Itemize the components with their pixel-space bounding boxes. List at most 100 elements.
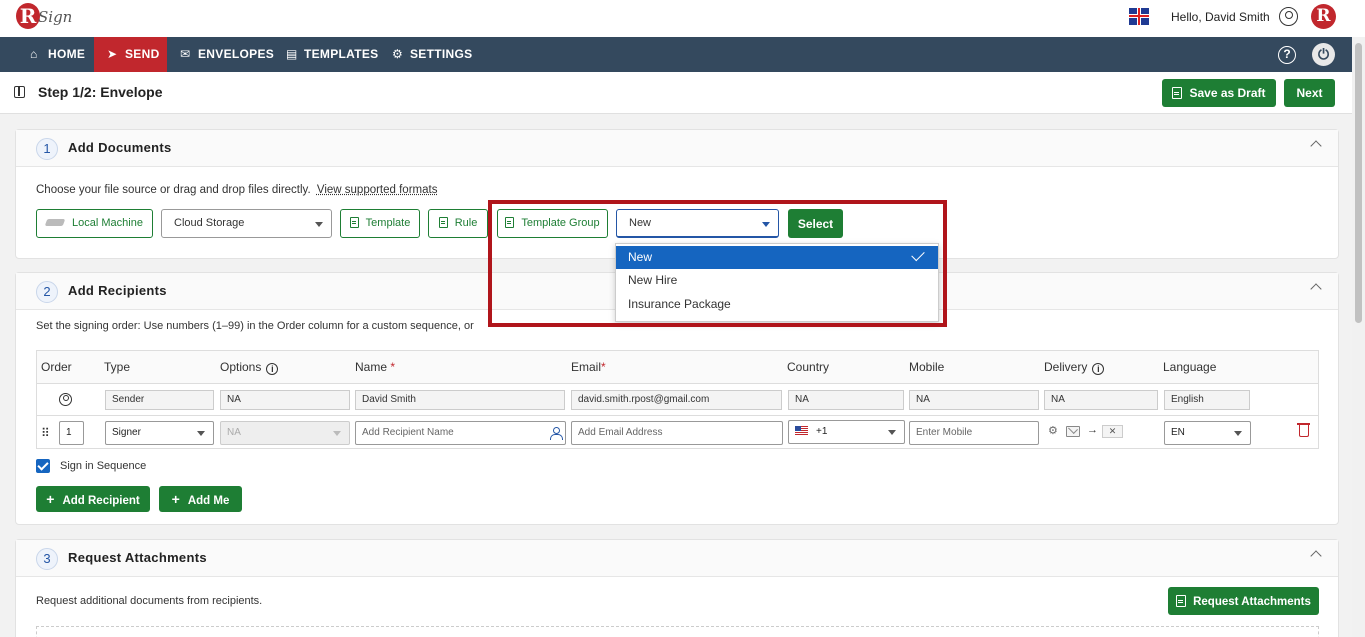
sender-mobile: NA (909, 390, 1039, 410)
documents-instructions: Choose your file source or drag and drop… (36, 184, 437, 196)
uk-flag-icon[interactable] (1129, 8, 1149, 25)
sign-in-sequence-checkbox[interactable] (36, 459, 50, 473)
name-placeholder: Add Recipient Name (362, 427, 454, 438)
column-language: Language (1163, 360, 1217, 374)
contact-picker-icon[interactable] (550, 427, 563, 440)
column-options-label: Options (220, 360, 262, 374)
options-value: NA (227, 427, 241, 438)
template-group-select[interactable]: New (616, 209, 779, 238)
add-recipient-button[interactable]: + Add Recipient (36, 486, 150, 512)
nav-send-label: SEND (125, 47, 160, 61)
info-icon[interactable]: i (1092, 363, 1105, 375)
request-attachments-header[interactable]: 3 Request Attachments (16, 540, 1338, 577)
cloud-storage-value: Cloud Storage (174, 217, 245, 229)
plus-icon: + (171, 491, 180, 507)
nav-home[interactable]: ⌂ HOME (18, 37, 94, 72)
request-attachments-button[interactable]: Request Attachments (1168, 587, 1319, 615)
document-icon (438, 217, 448, 228)
request-attachments-section: 3 Request Attachments Request additional… (15, 539, 1339, 637)
collapse-chevron-icon[interactable] (1310, 283, 1322, 295)
save-as-draft-label: Save as Draft (1189, 86, 1266, 100)
sender-delivery: NA (1044, 390, 1158, 410)
nav-templates[interactable]: ▤ TEMPLATES (274, 37, 380, 72)
page-title: Step 1/2: Envelope (38, 84, 163, 100)
local-machine-label: Local Machine (72, 217, 143, 229)
select-button[interactable]: Select (788, 209, 843, 238)
brand-avatar[interactable]: R (1311, 4, 1336, 29)
logo-text: Sign (38, 8, 73, 26)
nav-settings[interactable]: ⚙ SETTINGS (380, 37, 478, 72)
attachments-drop-area (36, 626, 1319, 637)
sender-language: English (1164, 390, 1250, 410)
template-group-button[interactable]: Template Group (497, 209, 608, 238)
step-header: Step 1/2: Envelope Save as Draft Next (0, 72, 1352, 114)
type-select[interactable]: Signer (105, 421, 214, 445)
view-formats-link[interactable]: View supported formats (317, 184, 438, 196)
cloud-storage-select[interactable]: Cloud Storage (161, 209, 332, 238)
nav-settings-label: SETTINGS (410, 47, 473, 61)
column-name-label: Name (355, 360, 388, 374)
page-scrollbar[interactable] (1352, 37, 1365, 637)
column-type: Type (104, 360, 131, 374)
column-email-label: Email (571, 360, 602, 374)
next-button[interactable]: Next (1284, 79, 1335, 107)
dropdown-option[interactable]: Insurance Package (616, 293, 938, 316)
nav-send[interactable]: ➤ SEND (94, 37, 167, 72)
rule-label: Rule (454, 217, 478, 229)
template-button[interactable]: Template (340, 209, 420, 238)
user-greeting: Hello, David Smith (1171, 10, 1270, 24)
user-profile-icon[interactable] (1279, 7, 1298, 26)
add-recipient-label: Add Recipient (62, 495, 140, 507)
dropdown-option[interactable]: New Hire (616, 269, 938, 292)
delete-recipient-icon[interactable] (1297, 423, 1310, 437)
template-label: Template (365, 217, 411, 229)
template-icon: ▤ (286, 47, 298, 61)
template-group-select-value: New (629, 217, 652, 229)
nav-templates-label: TEMPLATES (304, 47, 379, 61)
scrollbar-thumb[interactable] (1355, 43, 1362, 323)
close-icon[interactable]: ✕ (1102, 425, 1123, 438)
main-nav: ⌂ HOME ➤ SEND ✉ ENVELOPES ▤ TEMPLATES ⚙ … (0, 37, 1352, 72)
save-as-draft-button[interactable]: Save as Draft (1162, 79, 1276, 107)
email-input[interactable]: Add Email Address (571, 421, 783, 445)
dropdown-option[interactable]: New (616, 246, 938, 269)
add-me-label: Add Me (187, 495, 230, 507)
request-attachments-label: Request Attachments (1193, 595, 1311, 608)
local-machine-button[interactable]: Local Machine (36, 209, 153, 238)
power-icon[interactable]: ⏻ (1312, 43, 1335, 66)
document-icon (505, 217, 515, 228)
sender-icon (59, 393, 72, 406)
sender-email: david.smith.rpost@gmail.com (571, 390, 782, 410)
home-icon: ⌂ (30, 47, 38, 61)
help-icon[interactable]: ? (1278, 46, 1296, 64)
sender-type: Sender (105, 390, 214, 410)
option-label: New Hire (628, 273, 678, 287)
us-flag-icon (795, 426, 808, 435)
country-code-select[interactable]: +1 (788, 420, 905, 444)
info-icon[interactable]: i (266, 363, 279, 375)
country-code-value: +1 (816, 426, 828, 437)
chevron-down-icon (1234, 431, 1242, 436)
plus-icon: + (46, 491, 55, 507)
order-input[interactable]: 1 (59, 421, 84, 445)
option-label: New (628, 250, 653, 264)
recipient-name-input[interactable]: Add Recipient Name (355, 421, 566, 445)
rule-button[interactable]: Rule (428, 209, 488, 238)
add-documents-header[interactable]: 1 Add Documents (16, 130, 1338, 167)
section-title: Add Documents (68, 140, 172, 155)
email-delivery-icon[interactable] (1066, 426, 1080, 437)
mobile-input[interactable]: Enter Mobile (909, 421, 1039, 445)
sidebar-toggle-icon[interactable] (14, 86, 25, 98)
arrow-right-icon: → (1087, 424, 1098, 436)
delivery-settings-icon[interactable]: ⚙ (1048, 424, 1058, 437)
nav-envelopes[interactable]: ✉ ENVELOPES (168, 37, 274, 72)
chevron-down-icon (762, 222, 770, 227)
sender-country: NA (788, 390, 904, 410)
drag-handle-icon[interactable]: ⠿ (41, 426, 50, 440)
add-me-button[interactable]: + Add Me (159, 486, 242, 512)
rsign-logo[interactable]: R Sign (16, 3, 72, 33)
collapse-chevron-icon[interactable] (1310, 550, 1322, 562)
collapse-chevron-icon[interactable] (1310, 140, 1322, 152)
recipients-instructions: Set the signing order: Use numbers (1–99… (36, 320, 474, 332)
language-select[interactable]: EN (1164, 421, 1251, 445)
